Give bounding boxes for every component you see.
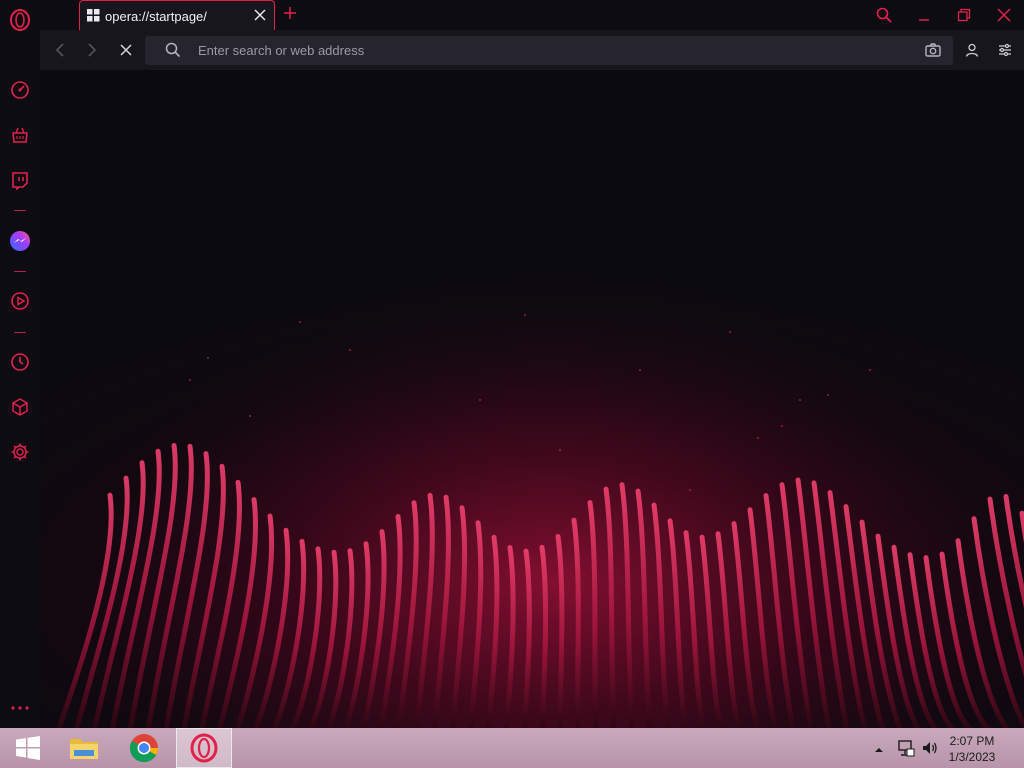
sparkle	[299, 321, 301, 323]
file-explorer-icon[interactable]	[56, 728, 112, 768]
sparkle	[799, 399, 801, 401]
windows-start-icon[interactable]	[0, 728, 56, 768]
shopping-icon[interactable]	[8, 123, 32, 147]
sparkle	[524, 314, 526, 316]
camera-icon[interactable]	[925, 42, 941, 63]
chrome-icon[interactable]	[116, 728, 172, 768]
taskbar: 2:07 PM 1/3/2023	[0, 728, 1024, 768]
close-icon[interactable]	[992, 4, 1016, 26]
forward-arrow-icon[interactable]	[82, 40, 102, 60]
startpage-background	[40, 70, 1024, 728]
speed-dial-grid-icon	[87, 9, 100, 27]
sparkle	[207, 357, 209, 359]
sparkle	[689, 489, 691, 491]
history-icon[interactable]	[8, 350, 32, 374]
sidebar	[0, 0, 41, 728]
tab-close-icon[interactable]	[252, 7, 268, 23]
opera-icon[interactable]	[176, 728, 232, 768]
sidebar-separator	[14, 271, 26, 272]
search-tabs-icon[interactable]	[872, 4, 896, 26]
sparkle	[639, 369, 641, 371]
back-arrow-icon[interactable]	[50, 40, 70, 60]
sidebar-separator	[14, 332, 26, 333]
more-dots-icon[interactable]	[8, 700, 32, 716]
twitch-icon[interactable]	[8, 168, 32, 192]
sparkle	[349, 349, 351, 351]
sparkle	[869, 369, 871, 371]
sparkle	[559, 449, 561, 451]
network-icon[interactable]	[897, 739, 915, 762]
messenger-icon[interactable]	[8, 229, 32, 253]
new-tab-plus-icon[interactable]	[282, 5, 300, 23]
easy-setup-icon[interactable]	[996, 41, 1014, 59]
sparkle	[189, 379, 191, 381]
wave-wallpaper	[40, 70, 1024, 728]
opera-logo-icon[interactable]	[8, 8, 32, 32]
stop-x-icon[interactable]	[116, 40, 136, 60]
address-bar[interactable]: Enter search or web address	[145, 36, 953, 65]
address-placeholder: Enter search or web address	[198, 43, 365, 58]
sparkle	[479, 399, 481, 401]
player-icon[interactable]	[8, 289, 32, 313]
sparkle	[781, 425, 783, 427]
account-icon[interactable]	[963, 41, 981, 59]
sparkle	[729, 331, 731, 333]
minimize-icon[interactable]	[912, 4, 936, 26]
clock-date[interactable]: 1/3/2023	[942, 750, 1002, 764]
clock-time[interactable]: 2:07 PM	[942, 734, 1002, 748]
sidebar-separator	[14, 210, 26, 211]
sparkle	[249, 415, 251, 417]
sparkle	[827, 394, 829, 396]
extensions-cube-icon[interactable]	[8, 395, 32, 419]
search-icon	[165, 42, 181, 63]
sparkle	[757, 437, 759, 439]
show-hidden-icons-icon[interactable]	[874, 742, 884, 760]
speed-dial-icon[interactable]	[8, 78, 32, 102]
tab-label: opera://startpage/	[105, 9, 207, 24]
restore-icon[interactable]	[952, 4, 976, 26]
settings-gear-icon[interactable]	[8, 440, 32, 464]
tab-startpage[interactable]: opera://startpage/	[79, 0, 275, 30]
volume-icon[interactable]	[921, 739, 939, 762]
